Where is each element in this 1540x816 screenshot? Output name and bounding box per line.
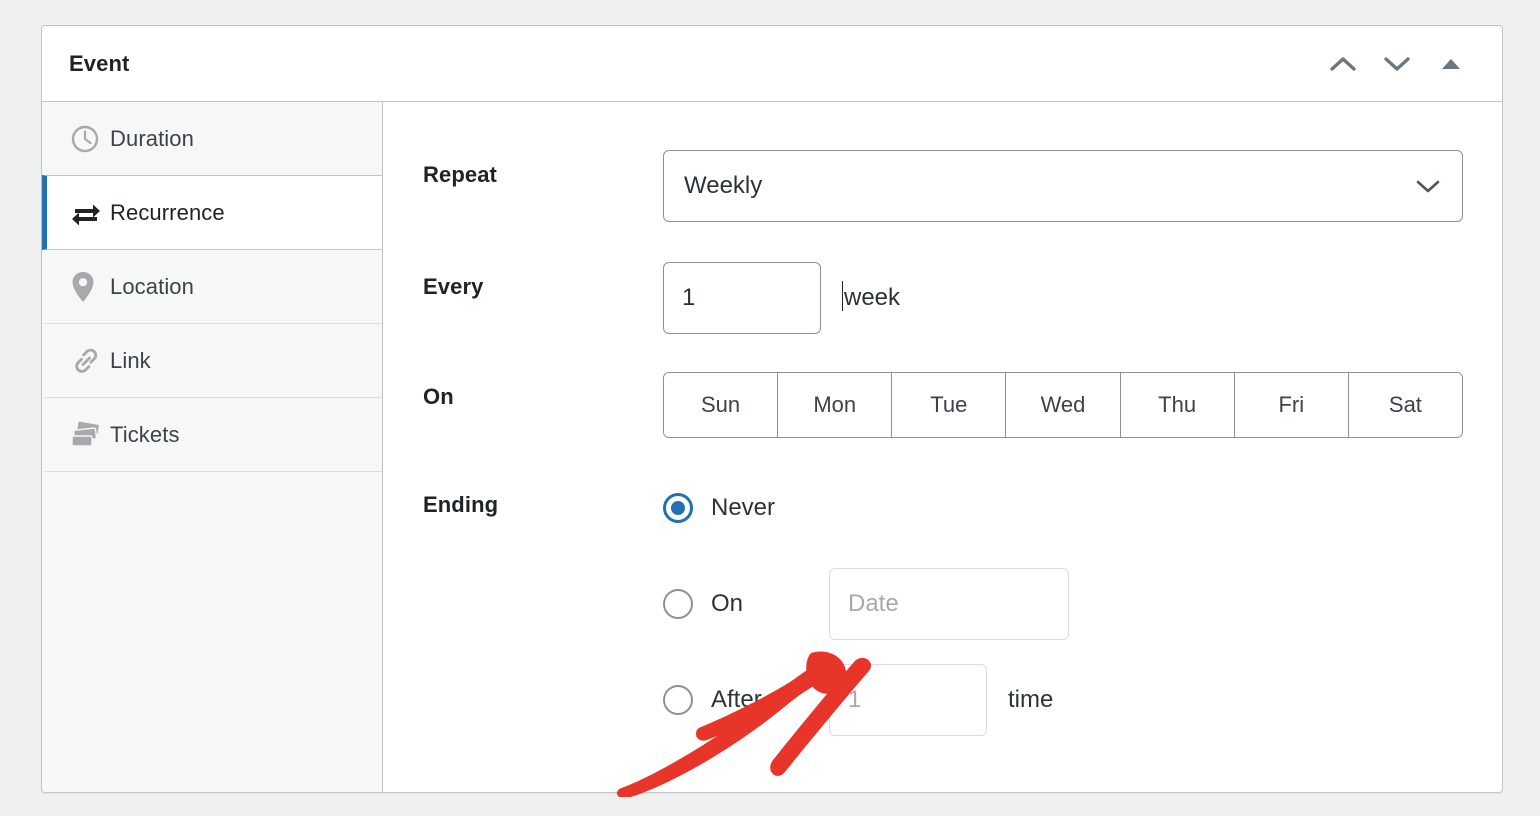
chevron-up-icon [1329, 54, 1357, 74]
sidebar-item-label: Recurrence [110, 199, 225, 225]
every-row: Every week [383, 262, 1502, 334]
clock-icon [70, 124, 104, 154]
triangle-up-icon [1440, 56, 1462, 72]
page-title: Event [69, 50, 130, 76]
sidebar-item-recurrence[interactable]: Recurrence [42, 175, 382, 250]
weekday-group: Sun Mon Tue Wed Thu Fri Sat [663, 372, 1463, 438]
ending-row: Ending Never On After [383, 480, 1502, 736]
panel-body: Duration Recurrence Location Link Ticket… [42, 102, 1502, 797]
move-down-button[interactable] [1380, 47, 1414, 81]
ending-label: Ending [423, 492, 499, 517]
ending-option-never[interactable]: Never [663, 480, 1502, 536]
weekday-wed[interactable]: Wed [1006, 373, 1121, 437]
map-pin-icon [70, 271, 104, 303]
sidebar-item-label: Link [110, 347, 151, 373]
radio-never-label: Never [711, 494, 776, 521]
sidebar-item-tickets[interactable]: Tickets [42, 398, 382, 472]
weekday-tue[interactable]: Tue [892, 373, 1007, 437]
on-days-row: On Sun Mon Tue Wed Thu Fri Sat [383, 372, 1502, 438]
ending-option-on[interactable]: On [663, 568, 1502, 640]
recurrence-settings-content: Repeat Weekly Every 1 week On Sun Mon Tu… [383, 102, 1502, 797]
weekday-fri[interactable]: Fri [1234, 373, 1349, 437]
weekday-sat[interactable]: Sat [1348, 373, 1462, 437]
radio-on[interactable] [663, 589, 693, 619]
repeat-label: Repeat [423, 162, 497, 187]
every-unit-label: week [842, 262, 900, 334]
sidebar-item-label: Tickets [110, 421, 180, 447]
radio-after[interactable] [663, 685, 693, 715]
sidebar-item-link[interactable]: Link [42, 324, 382, 398]
header-actions [1326, 47, 1478, 81]
weekday-sun[interactable]: Sun [664, 373, 779, 437]
link-icon [70, 345, 104, 377]
on-label: On [423, 384, 454, 409]
repeat-select-wrap: Weekly [663, 150, 1463, 222]
sidebar-item-location[interactable]: Location [42, 250, 382, 324]
settings-sidebar: Duration Recurrence Location Link Ticket… [42, 102, 383, 792]
tickets-icon [70, 419, 104, 450]
radio-on-label: On [711, 590, 744, 617]
ending-option-after[interactable]: After time [663, 664, 1502, 736]
ending-date-input[interactable] [829, 568, 1069, 640]
repeat-row: Repeat Weekly [383, 150, 1502, 222]
sidebar-item-label: Duration [110, 125, 194, 151]
collapse-button[interactable] [1434, 47, 1468, 81]
sidebar-item-duration[interactable]: Duration [42, 102, 382, 176]
every-interval-input[interactable] [663, 262, 821, 334]
chevron-down-icon [1383, 54, 1411, 74]
radio-never[interactable] [663, 493, 693, 523]
radio-after-label: After [711, 686, 762, 713]
weekday-thu[interactable]: Thu [1120, 373, 1235, 437]
text-caret [842, 281, 843, 311]
sidebar-item-label: Location [110, 273, 194, 299]
weekday-mon[interactable]: Mon [778, 373, 893, 437]
event-panel: Event Duration Recurrence Location Link … [41, 25, 1503, 797]
ending-count-input[interactable] [829, 664, 987, 736]
repeat-icon [70, 198, 104, 228]
move-up-button[interactable] [1326, 47, 1360, 81]
ending-count-unit-label: time [1008, 686, 1054, 713]
repeat-select[interactable]: Weekly [663, 150, 1463, 222]
panel-header: Event [42, 26, 1502, 102]
every-label: Every [423, 274, 484, 299]
